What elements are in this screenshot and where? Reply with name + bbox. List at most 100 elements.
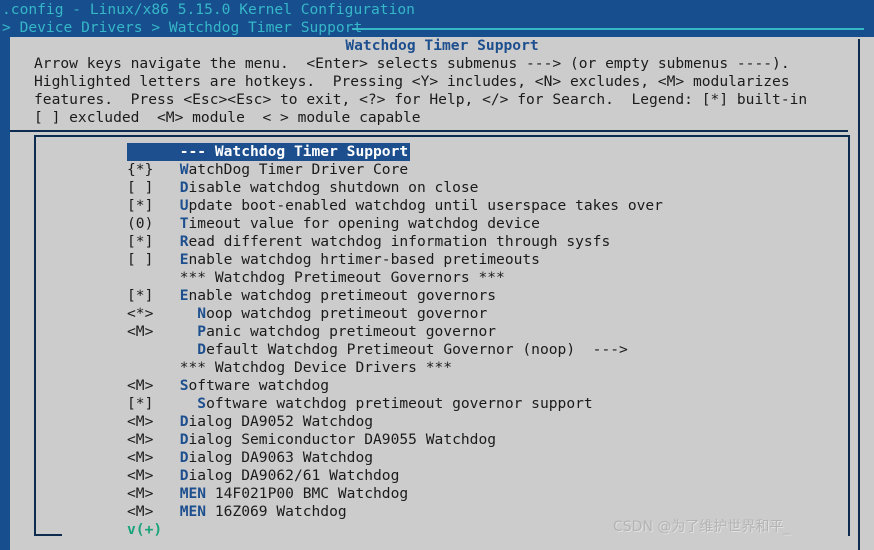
- menu-item-marker[interactable]: <M>: [127, 467, 153, 484]
- window-title: .config - Linux/x86 5.15.0 Kernel Config…: [2, 1, 415, 18]
- menu-item-hotkey: P: [197, 323, 207, 340]
- help-line-3: features. Press <Esc><Esc> to exit, <?> …: [34, 91, 808, 108]
- menu-item[interactable]: <M> Dialog DA9062/61 Watchdog: [127, 467, 842, 485]
- help-line-4: [ ] excluded <M> module < > module capab…: [34, 109, 421, 126]
- menu-item-gap: [153, 143, 179, 160]
- menu-item-label: imeout value for opening watchdog device: [188, 215, 540, 232]
- menu-item-marker[interactable]: <M>: [127, 503, 153, 520]
- menu-item-label: nable watchdog hrtimer-based pretimeouts: [188, 251, 540, 268]
- help-box-bottom-border: [10, 130, 848, 132]
- menu-item-label: efault Watchdog Pretimeout Governor (noo…: [206, 341, 628, 358]
- help-line-2: Highlighted letters are hotkeys. Pressin…: [34, 73, 790, 90]
- help-line-1: Arrow keys navigate the menu. <Enter> se…: [34, 55, 790, 72]
- menu-item-label: oftware watchdog: [188, 377, 330, 394]
- menu-item-marker[interactable]: (0): [127, 215, 153, 232]
- menu-item-gap: [153, 233, 179, 250]
- menu-item[interactable]: [ ] Enable watchdog hrtimer-based pretim…: [127, 251, 842, 269]
- menu-item-hotkey: E: [179, 287, 189, 304]
- menu-item-label: isable watchdog shutdown on close: [188, 179, 479, 196]
- menu-item[interactable]: <M> MEN 14F021P00 BMC Watchdog: [127, 485, 842, 503]
- menu-item-hotkey: T: [179, 215, 189, 232]
- menu-item-gap: [153, 467, 179, 484]
- menu-item-marker[interactable]: <M>: [127, 431, 153, 448]
- menu-item-marker[interactable]: <M>: [127, 413, 153, 430]
- menu-item[interactable]: (0) Timeout value for opening watchdog d…: [127, 215, 842, 233]
- menu-item-gap: [153, 197, 179, 214]
- menu-item-marker[interactable]: [*]: [127, 287, 153, 304]
- menu-item-label: oftware watchdog pretimeout governor sup…: [206, 395, 593, 412]
- menu-item[interactable]: <*> Noop watchdog pretimeout governor: [127, 305, 842, 323]
- menu-title-row[interactable]: --- Watchdog Timer Support: [127, 143, 411, 161]
- menu-item-marker[interactable]: <M>: [127, 449, 153, 466]
- menu-item[interactable]: [*] Enable watchdog pretimeout governors: [127, 287, 842, 305]
- menu-item-marker[interactable]: [*]: [127, 395, 153, 412]
- watermark: CSDN @为了维护世界和平_: [613, 519, 791, 535]
- menu-box-left-border: [34, 135, 36, 536]
- menu-item-hotkey: S: [179, 377, 189, 394]
- menu-item[interactable]: [*] Update boot-enabled watchdog until u…: [127, 197, 842, 215]
- menu-item-label: ialog DA9052 Watchdog: [188, 413, 374, 430]
- kernel-config-terminal: .config - Linux/x86 5.15.0 Kernel Config…: [0, 0, 874, 550]
- menu-item-marker: [127, 143, 153, 160]
- menu-item[interactable]: Default Watchdog Pretimeout Governor (no…: [127, 341, 842, 359]
- menu-item-gap: [153, 323, 197, 340]
- menu-item-marker: [127, 269, 153, 286]
- menu-item-gap: [153, 485, 179, 502]
- menu-box-top-border: [34, 135, 850, 137]
- menu-separator: *** Watchdog Device Drivers ***: [127, 359, 842, 377]
- menu-item-gap: [153, 503, 179, 520]
- menu-item[interactable]: <M> Dialog DA9052 Watchdog: [127, 413, 842, 431]
- menu-item-hotkey: U: [179, 197, 189, 214]
- menu-item-label: --- Watchdog Timer Support: [179, 143, 409, 160]
- menu-item[interactable]: [*] Read different watchdog information …: [127, 233, 842, 251]
- menu-item-hotkey: S: [197, 395, 207, 412]
- menu-item-hotkey: D: [179, 413, 189, 430]
- menu-item-label: ialog DA9062/61 Watchdog: [188, 467, 400, 484]
- menu-item-hotkey: E: [179, 251, 189, 268]
- menu-list[interactable]: --- Watchdog Timer Support {*} WatchDog T…: [127, 143, 842, 539]
- menu-item-label: 16Z069 Watchdog: [206, 503, 347, 520]
- help-heading: Watchdog Timer Support: [345, 37, 539, 54]
- menu-item-marker[interactable]: <M>: [127, 485, 153, 502]
- breadcrumb-rule: [352, 28, 864, 30]
- menu-item-marker[interactable]: [ ]: [127, 251, 153, 268]
- menu-item[interactable]: [ ] Disable watchdog shutdown on close: [127, 179, 842, 197]
- menu-item-marker[interactable]: [*]: [127, 233, 153, 250]
- menu-item[interactable]: [*] Software watchdog pretimeout governo…: [127, 395, 842, 413]
- menu-item-label: nable watchdog pretimeout governors: [188, 287, 497, 304]
- menu-item-label: anic watchdog pretimeout governor: [206, 323, 497, 340]
- menu-item-gap: [153, 413, 179, 430]
- menu-item-hotkey: D: [179, 449, 189, 466]
- menu-item-label: pdate boot-enabled watchdog until usersp…: [188, 197, 663, 214]
- menu-item-marker[interactable]: <M>: [127, 323, 153, 340]
- menu-item-hotkey: D: [179, 467, 189, 484]
- menu-item-marker[interactable]: [ ]: [127, 179, 153, 196]
- menu-item-marker[interactable]: [*]: [127, 197, 153, 214]
- menu-item-gap: [153, 215, 179, 232]
- menu-title-row-wrap: --- Watchdog Timer Support: [127, 143, 842, 161]
- menu-item-marker[interactable]: <M>: [127, 377, 153, 394]
- menu-item[interactable]: <M> Dialog DA9063 Watchdog: [127, 449, 842, 467]
- menu-item-gap: [153, 395, 197, 412]
- menu-item-gap: [153, 359, 179, 376]
- menu-item-marker[interactable]: <*>: [127, 305, 153, 322]
- menu-item[interactable]: <M> Dialog Semiconductor DA9055 Watchdog: [127, 431, 842, 449]
- menu-item-label: ead different watchdog information throu…: [188, 233, 611, 250]
- menu-item-gap: [153, 449, 179, 466]
- menu-item[interactable]: {*} WatchDog Timer Driver Core: [127, 161, 842, 179]
- menu-item[interactable]: <M> Software watchdog: [127, 377, 842, 395]
- menu-item[interactable]: <M> Panic watchdog pretimeout governor: [127, 323, 842, 341]
- menu-item-label: 14F021P00 BMC Watchdog: [206, 485, 409, 502]
- menu-item-gap: [153, 377, 179, 394]
- menu-item-gap: [153, 341, 197, 358]
- menu-item-label: ialog Semiconductor DA9055 Watchdog: [188, 431, 497, 448]
- menu-item-hotkey: N: [197, 305, 207, 322]
- menu-item-hotkey: D: [197, 341, 207, 358]
- menu-box-right-border: [848, 135, 850, 536]
- menu-item-hotkey: MEN: [179, 503, 207, 520]
- menu-item-label: atchDog Timer Driver Core: [188, 161, 409, 178]
- panel-right-border: [858, 39, 860, 550]
- menu-box-bottom-border: [34, 534, 62, 536]
- menu-item-marker[interactable]: {*}: [127, 161, 153, 178]
- menu-separator: *** Watchdog Pretimeout Governors ***: [127, 269, 842, 287]
